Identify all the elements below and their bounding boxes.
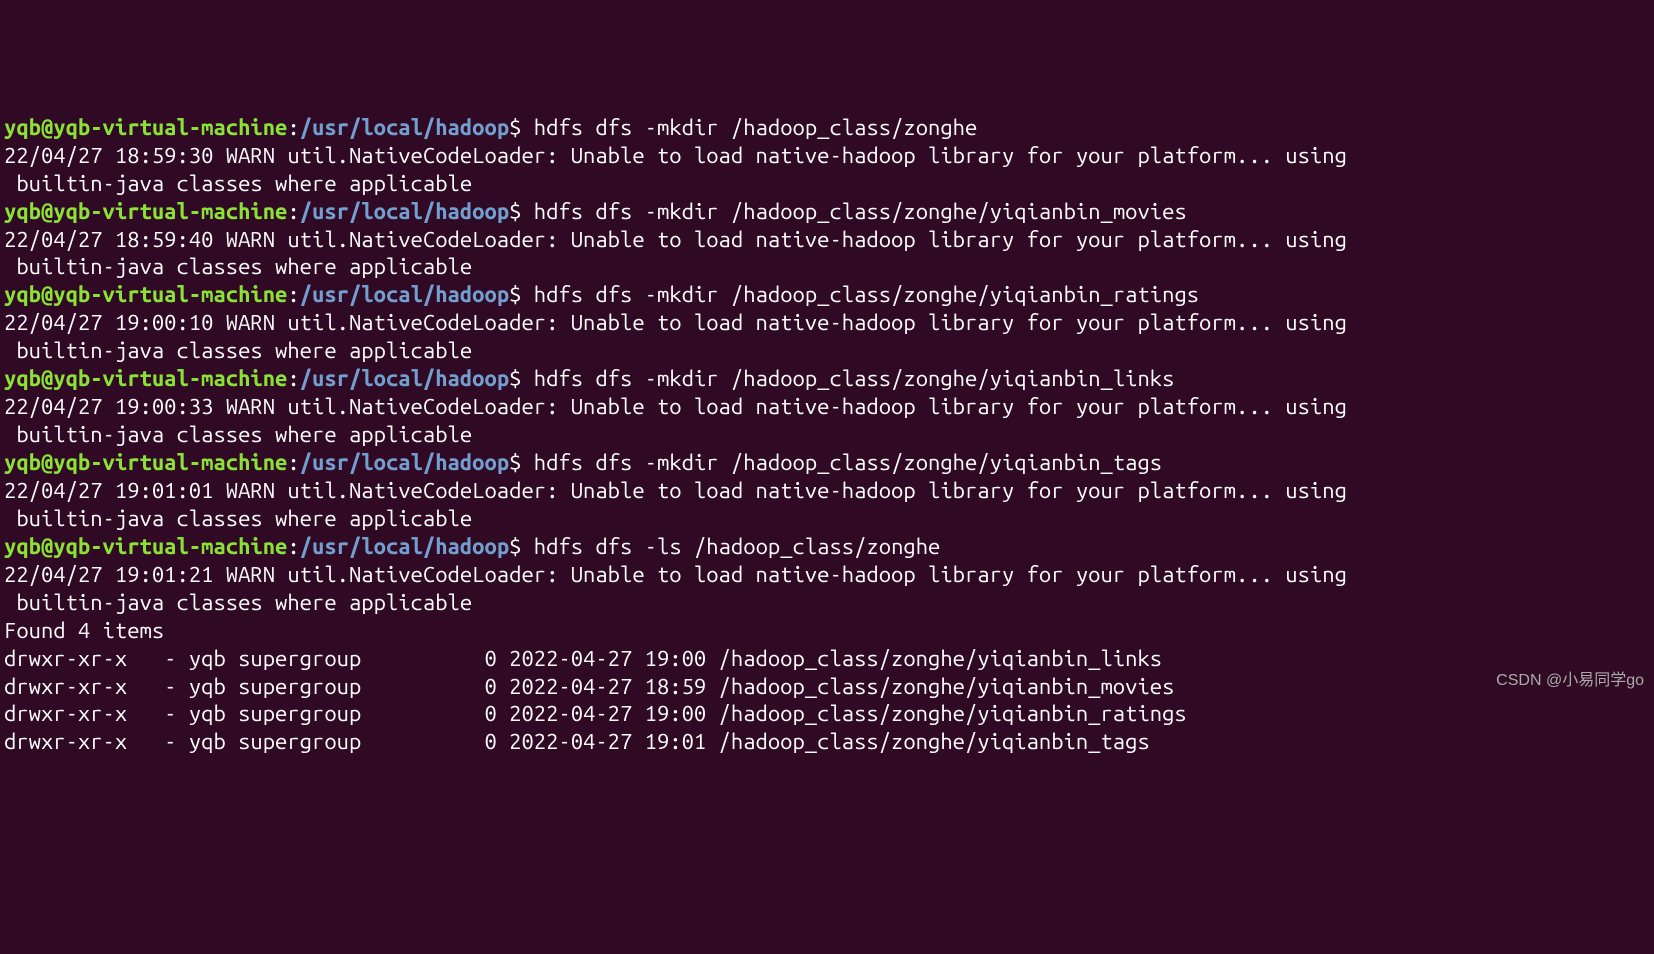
colon: : [287,282,299,307]
user-host: yqb@yqb-virtual-machine [4,282,287,307]
dollar-sign: $ [509,282,521,307]
command-text: hdfs dfs -ls /hadoop_class/zonghe [521,534,940,559]
user-host: yqb@yqb-virtual-machine [4,115,287,140]
dollar-sign: $ [509,534,521,559]
colon: : [287,115,299,140]
colon: : [287,199,299,224]
ls-row: drwxr-xr-x - yqb supergroup 0 2022-04-27… [4,674,1174,699]
warn-output: 22/04/27 19:00:10 WARN util.NativeCodeLo… [4,310,1347,363]
ls-row: drwxr-xr-x - yqb supergroup 0 2022-04-27… [4,729,1150,754]
current-path: /usr/local/hadoop [300,115,509,140]
current-path: /usr/local/hadoop [300,366,509,391]
prompt-line: yqb@yqb-virtual-machine:/usr/local/hadoo… [4,450,1162,475]
dollar-sign: $ [509,115,521,140]
watermark-text: CSDN @小易同学go [1496,671,1644,691]
colon: : [287,366,299,391]
warn-output: 22/04/27 19:01:21 WARN util.NativeCodeLo… [4,562,1347,615]
command-text: hdfs dfs -mkdir /hadoop_class/zonghe/yiq… [521,366,1174,391]
current-path: /usr/local/hadoop [300,534,509,559]
found-items: Found 4 items [4,618,164,643]
prompt-line: yqb@yqb-virtual-machine:/usr/local/hadoo… [4,282,1199,307]
command-text: hdfs dfs -mkdir /hadoop_class/zonghe/yiq… [521,450,1162,475]
user-host: yqb@yqb-virtual-machine [4,366,287,391]
prompt-line: yqb@yqb-virtual-machine:/usr/local/hadoo… [4,115,977,140]
prompt-line: yqb@yqb-virtual-machine:/usr/local/hadoo… [4,366,1174,391]
prompt-line: yqb@yqb-virtual-machine:/usr/local/hadoo… [4,534,940,559]
warn-output: 22/04/27 19:01:01 WARN util.NativeCodeLo… [4,478,1347,531]
current-path: /usr/local/hadoop [300,282,509,307]
current-path: /usr/local/hadoop [300,450,509,475]
warn-output: 22/04/27 19:00:33 WARN util.NativeCodeLo… [4,394,1347,447]
dollar-sign: $ [509,199,521,224]
user-host: yqb@yqb-virtual-machine [4,199,287,224]
user-host: yqb@yqb-virtual-machine [4,534,287,559]
ls-row: drwxr-xr-x - yqb supergroup 0 2022-04-27… [4,701,1187,726]
user-host: yqb@yqb-virtual-machine [4,450,287,475]
command-text: hdfs dfs -mkdir /hadoop_class/zonghe/yiq… [521,199,1186,224]
prompt-line: yqb@yqb-virtual-machine:/usr/local/hadoo… [4,199,1187,224]
command-text: hdfs dfs -mkdir /hadoop_class/zonghe/yiq… [521,282,1199,307]
warn-output: 22/04/27 18:59:40 WARN util.NativeCodeLo… [4,227,1347,280]
current-path: /usr/local/hadoop [300,199,509,224]
colon: : [287,450,299,475]
dollar-sign: $ [509,450,521,475]
dollar-sign: $ [509,366,521,391]
colon: : [287,534,299,559]
ls-row: drwxr-xr-x - yqb supergroup 0 2022-04-27… [4,646,1162,671]
terminal-output[interactable]: yqb@yqb-virtual-machine:/usr/local/hadoo… [0,112,1654,759]
command-text: hdfs dfs -mkdir /hadoop_class/zonghe [521,115,977,140]
warn-output: 22/04/27 18:59:30 WARN util.NativeCodeLo… [4,143,1347,196]
